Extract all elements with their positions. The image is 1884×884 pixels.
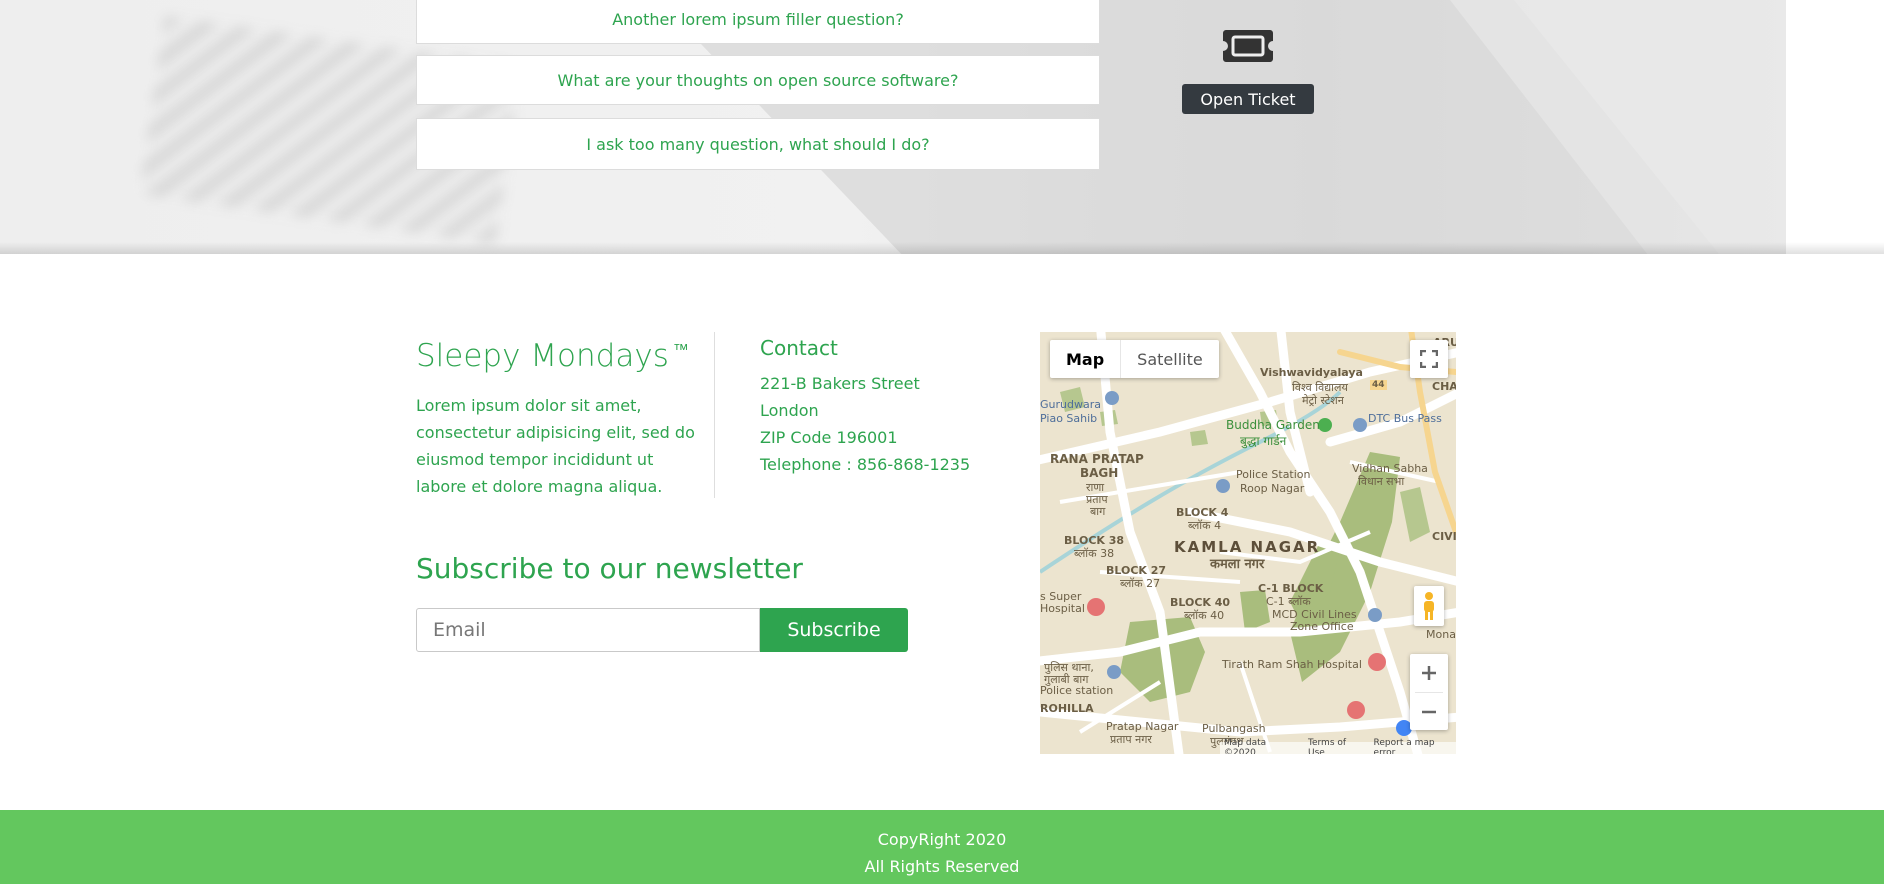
fullscreen-button[interactable]	[1410, 340, 1448, 378]
street-view-pegman-button[interactable]	[1414, 586, 1444, 626]
map-label: बुद्धा गार्डन	[1240, 434, 1287, 448]
map-label: Buddha Garden	[1226, 418, 1320, 432]
contact-city: London	[760, 401, 819, 420]
faq-question[interactable]: I ask too many question, what should I d…	[416, 118, 1100, 170]
faq-question[interactable]: What are your thoughts on open source so…	[416, 55, 1100, 105]
map-report-error-link[interactable]: Report a map error	[1374, 738, 1456, 754]
rights-reserved-text: All Rights Reserved	[864, 857, 1020, 876]
embedded-map[interactable]: Gurudwara Piao Sahib Vishwavidyalaya विश…	[1040, 332, 1456, 754]
copyright-text: CopyRight 2020	[877, 830, 1007, 849]
map-terms-link[interactable]: Terms of Use	[1308, 738, 1364, 754]
pegman-icon	[1424, 592, 1434, 620]
map-label: ब्लॉक 27	[1120, 577, 1161, 590]
contact-title: Contact	[760, 336, 838, 360]
trademark-symbol: ™	[672, 339, 689, 359]
map-label: ब्लॉक 40	[1184, 609, 1225, 622]
map-label: कमला नगर	[1210, 557, 1265, 572]
map-label: Hospital	[1040, 602, 1085, 615]
minus-icon	[1422, 710, 1436, 713]
map-type-toggle: Map Satellite	[1050, 340, 1219, 378]
map-label: ब्लॉक 38	[1074, 547, 1115, 560]
contact-address: 221-B Bakers Street	[760, 374, 920, 393]
copyright-bar: CopyRight 2020 All Rights Reserved	[0, 810, 1884, 884]
faq-question-text: Another lorem ipsum filler question?	[612, 9, 904, 29]
section-bottom-shadow	[0, 242, 1884, 254]
newsletter-title: Subscribe to our newsletter	[416, 552, 803, 585]
map-label: Tirath Ram Shah Hospital	[1222, 658, 1362, 671]
ticket-icon[interactable]	[1222, 28, 1274, 64]
map-label: Vishwavidyalaya	[1260, 366, 1363, 379]
map-label: CHA	[1432, 380, 1456, 393]
brand-description: Lorem ipsum dolor sit amet, consectetur …	[416, 396, 695, 496]
map-label: RANA PRATAP	[1050, 452, 1144, 466]
map-label: Piao Sahib	[1040, 412, 1098, 425]
map-label: C-1 ब्लॉक	[1266, 595, 1311, 608]
plus-icon	[1422, 666, 1436, 680]
map-label: CIVIL LI	[1432, 530, 1456, 543]
map-label: DTC Bus Pass	[1368, 412, 1442, 425]
map-label: Mona	[1426, 628, 1456, 641]
map-label: मेट्रो स्टेशन	[1302, 394, 1344, 407]
map-type-satellite-button[interactable]: Satellite	[1121, 340, 1219, 378]
zoom-out-button[interactable]	[1410, 693, 1448, 730]
faq-question-text: What are your thoughts on open source so…	[557, 70, 959, 90]
map-label: प्रताप नगर	[1110, 733, 1152, 746]
fullscreen-icon	[1420, 350, 1438, 368]
contact-zip: ZIP Code 196001	[760, 428, 898, 447]
subscribe-button[interactable]: Subscribe	[760, 608, 908, 652]
brand-name: Sleepy Mondays	[416, 338, 669, 374]
contact-telephone: Telephone : 856-868-1235	[760, 455, 971, 474]
map-label: Roop Nagar	[1240, 482, 1305, 495]
faq-section: Another lorem ipsum filler question? Wha…	[0, 0, 1884, 254]
map-label: बाग	[1090, 505, 1106, 518]
open-ticket-button[interactable]: Open Ticket	[1182, 84, 1314, 114]
map-label: BAGH	[1080, 466, 1119, 480]
zoom-in-button[interactable]	[1410, 654, 1448, 692]
map-type-map-button[interactable]: Map	[1050, 340, 1120, 378]
background-right-strip	[1786, 0, 1884, 254]
map-label: Police station	[1040, 684, 1114, 697]
map-label: Gurudwara	[1040, 398, 1101, 411]
brand-title: Sleepy Mondays ™	[416, 338, 689, 374]
faq-question[interactable]: Another lorem ipsum filler question?	[416, 0, 1100, 44]
faq-question-text: I ask too many question, what should I d…	[586, 134, 930, 154]
map-label: ब्लॉक 4	[1188, 519, 1222, 532]
map-data-credit: Map data ©2020	[1224, 738, 1267, 754]
map-label: Zone Office	[1290, 620, 1354, 633]
email-input[interactable]	[416, 608, 760, 652]
map-label: Police Station	[1236, 468, 1311, 481]
map-label: ROHILLA	[1040, 702, 1094, 715]
route-shield: 44	[1370, 380, 1387, 390]
map-label: विधान सभा	[1358, 475, 1405, 488]
map-attribution: Map data ©2020 Terms of Use Report a map…	[1220, 738, 1456, 754]
column-divider	[714, 332, 715, 498]
zoom-controls	[1410, 654, 1448, 730]
